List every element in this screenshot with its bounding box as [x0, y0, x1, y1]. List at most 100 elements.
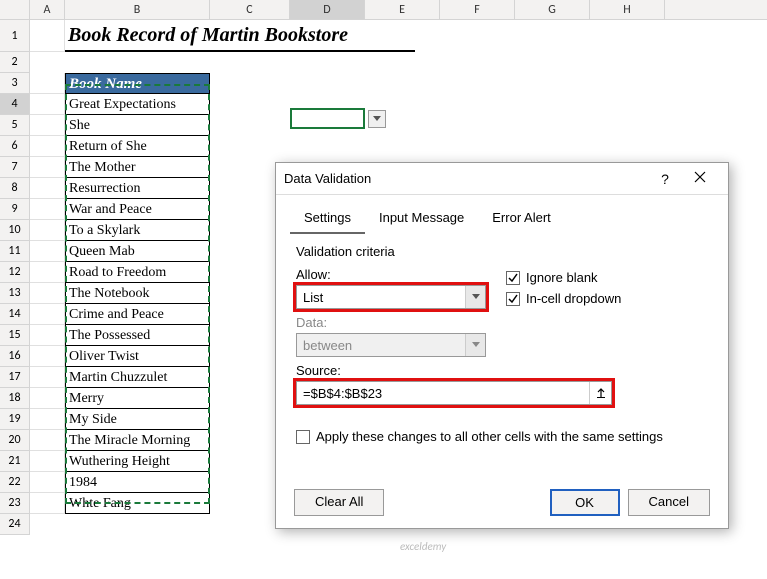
book-cell[interactable]: Whte Fang: [65, 493, 210, 514]
source-input[interactable]: =$B$4:$B$23: [296, 381, 612, 405]
row-header-6[interactable]: 6: [0, 136, 30, 157]
book-cell[interactable]: Oliver Twist: [65, 346, 210, 367]
cell-A11[interactable]: [30, 241, 65, 262]
clear-all-button[interactable]: Clear All: [294, 489, 384, 516]
select-all-triangle[interactable]: [0, 0, 30, 19]
cell-A13[interactable]: [30, 283, 65, 304]
row-header-10[interactable]: 10: [0, 220, 30, 241]
row-header-20[interactable]: 20: [0, 430, 30, 451]
book-cell[interactable]: Martin Chuzzulet: [65, 367, 210, 388]
row-header-1[interactable]: 1: [0, 20, 30, 52]
row-header-15[interactable]: 15: [0, 325, 30, 346]
cell-A12[interactable]: [30, 262, 65, 283]
book-cell[interactable]: The Miracle Morning: [65, 430, 210, 451]
book-cell[interactable]: Resurrection: [65, 178, 210, 199]
row-header-4[interactable]: 4: [0, 94, 30, 115]
ok-button[interactable]: OK: [550, 489, 620, 516]
help-button[interactable]: ?: [650, 171, 680, 187]
cell-A16[interactable]: [30, 346, 65, 367]
book-cell[interactable]: My Side: [65, 409, 210, 430]
col-header-F[interactable]: F: [440, 0, 515, 19]
close-button[interactable]: [680, 170, 720, 188]
book-cell[interactable]: The Mother: [65, 157, 210, 178]
cell-A22[interactable]: [30, 472, 65, 493]
range-picker-button[interactable]: [589, 382, 611, 404]
row-header-23[interactable]: 23: [0, 493, 30, 514]
row-header-13[interactable]: 13: [0, 283, 30, 304]
cell-A8[interactable]: [30, 178, 65, 199]
cell-A4[interactable]: [30, 94, 65, 115]
incell-dropdown-checkbox[interactable]: [506, 292, 520, 306]
title-cell[interactable]: Book Record of Martin Bookstore: [65, 20, 415, 52]
book-cell[interactable]: Merry: [65, 388, 210, 409]
col-header-H[interactable]: H: [590, 0, 665, 19]
row-header-19[interactable]: 19: [0, 409, 30, 430]
book-cell[interactable]: Road to Freedom: [65, 262, 210, 283]
col-header-D[interactable]: D: [290, 0, 365, 19]
cell-A10[interactable]: [30, 220, 65, 241]
row-header-21[interactable]: 21: [0, 451, 30, 472]
book-cell[interactable]: The Possessed: [65, 325, 210, 346]
row-header-2[interactable]: 2: [0, 52, 30, 73]
row-header-24[interactable]: 24: [0, 514, 30, 535]
col-header-A[interactable]: A: [30, 0, 65, 19]
book-cell[interactable]: 1984: [65, 472, 210, 493]
row-header-11[interactable]: 11: [0, 241, 30, 262]
data-combo: between: [296, 333, 486, 357]
col-header-G[interactable]: G: [515, 0, 590, 19]
row-header-12[interactable]: 12: [0, 262, 30, 283]
book-cell[interactable]: Wuthering Height: [65, 451, 210, 472]
book-cell[interactable]: The Notebook: [65, 283, 210, 304]
book-cell[interactable]: War and Peace: [65, 199, 210, 220]
dialog-buttons: Clear All OK Cancel: [276, 489, 728, 516]
cell-A7[interactable]: [30, 157, 65, 178]
row-header-8[interactable]: 8: [0, 178, 30, 199]
cell-A19[interactable]: [30, 409, 65, 430]
active-cell[interactable]: [290, 108, 365, 129]
cell-dropdown-button[interactable]: [368, 110, 386, 128]
cell-A9[interactable]: [30, 199, 65, 220]
cell-A15[interactable]: [30, 325, 65, 346]
row-header-16[interactable]: 16: [0, 346, 30, 367]
cell-A20[interactable]: [30, 430, 65, 451]
cancel-button[interactable]: Cancel: [628, 489, 710, 516]
book-cell[interactable]: To a Skylark: [65, 220, 210, 241]
book-cell[interactable]: Queen Mab: [65, 241, 210, 262]
book-cell[interactable]: She: [65, 115, 210, 136]
allow-combo[interactable]: List: [296, 285, 486, 309]
dialog-titlebar[interactable]: Data Validation ?: [276, 163, 728, 195]
cell-A3[interactable]: [30, 73, 65, 94]
table-header[interactable]: Book Name: [65, 73, 210, 94]
cell-A21[interactable]: [30, 451, 65, 472]
col-header-B[interactable]: B: [65, 0, 210, 19]
tab-settings[interactable]: Settings: [290, 203, 365, 234]
cell-A1[interactable]: [30, 20, 65, 52]
col-header-C[interactable]: C: [210, 0, 290, 19]
ignore-blank-checkbox[interactable]: [506, 271, 520, 285]
tab-error-alert[interactable]: Error Alert: [478, 203, 565, 234]
data-combo-arrow: [465, 334, 485, 356]
row-header-18[interactable]: 18: [0, 388, 30, 409]
cell-A5[interactable]: [30, 115, 65, 136]
col-header-E[interactable]: E: [365, 0, 440, 19]
allow-value: List: [297, 290, 465, 305]
cell-A17[interactable]: [30, 367, 65, 388]
row-header-22[interactable]: 22: [0, 472, 30, 493]
incell-dropdown-label: In-cell dropdown: [526, 291, 621, 306]
book-cell[interactable]: Return of She: [65, 136, 210, 157]
row-header-17[interactable]: 17: [0, 367, 30, 388]
cell-A6[interactable]: [30, 136, 65, 157]
cell-A18[interactable]: [30, 388, 65, 409]
row-header-5[interactable]: 5: [0, 115, 30, 136]
allow-combo-arrow[interactable]: [465, 286, 485, 308]
tab-input-message[interactable]: Input Message: [365, 203, 478, 234]
row-header-9[interactable]: 9: [0, 199, 30, 220]
apply-changes-checkbox[interactable]: [296, 430, 310, 444]
row-header-14[interactable]: 14: [0, 304, 30, 325]
cell-A14[interactable]: [30, 304, 65, 325]
book-cell[interactable]: Great Expectations: [65, 94, 210, 115]
row-header-7[interactable]: 7: [0, 157, 30, 178]
cell-A23[interactable]: [30, 493, 65, 514]
book-cell[interactable]: Crime and Peace: [65, 304, 210, 325]
row-header-3[interactable]: 3: [0, 73, 30, 94]
